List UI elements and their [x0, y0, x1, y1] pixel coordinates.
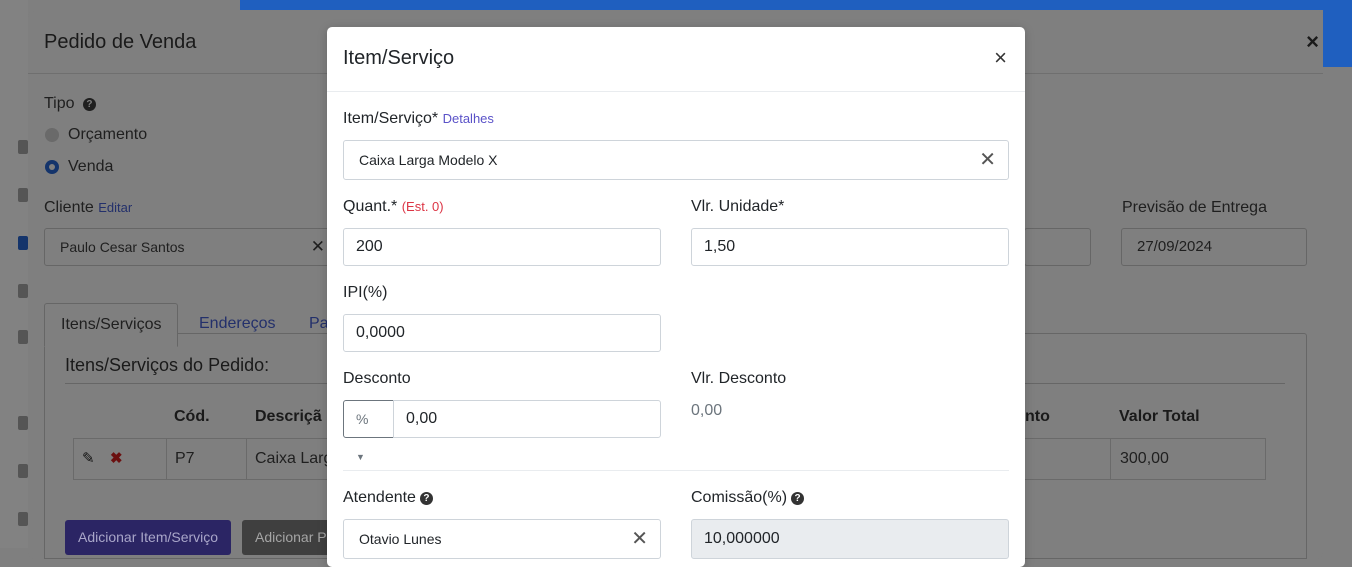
item-service-modal: Item/Serviço × Item/Serviço* Detalhes Ca… [327, 27, 1025, 567]
sidebar-icon [18, 284, 28, 298]
radio-orcamento-label: Orçamento [68, 126, 148, 143]
cell-divider [1110, 439, 1111, 479]
cliente-label: Cliente Editar [44, 199, 133, 216]
unit-price-label: Vlr. Unidade* [691, 198, 785, 215]
cliente-edit-link[interactable]: Editar [98, 200, 132, 215]
item-clear-icon[interactable]: ✕ [979, 141, 996, 179]
add-item-button[interactable]: Adicionar Item/Serviço [65, 520, 232, 555]
radio-venda[interactable] [45, 160, 59, 174]
unit-price-input[interactable]: 1,50 [691, 228, 1009, 266]
item-label: Item/Serviço* Detalhes [343, 110, 494, 127]
col-header-discount: nto [1025, 408, 1050, 425]
tab-itens[interactable]: Itens/Serviços [44, 303, 179, 347]
sidebar-icon [18, 416, 28, 430]
item-select-value: Caixa Larga Modelo X [359, 152, 498, 168]
discount-value: 0,00 [691, 402, 723, 419]
attendant-clear-icon[interactable]: ✕ [631, 520, 648, 558]
attendant-select[interactable]: Otavio Lunes ✕ [343, 519, 661, 559]
sidebar-icon-active [18, 236, 28, 250]
qty-stock-badge: (Est. 0) [401, 199, 444, 214]
radio-venda-label: Venda [68, 158, 114, 175]
col-header-total: Valor Total [1119, 408, 1200, 425]
sidebar-icon [18, 464, 28, 478]
previsao-label: Previsão de Entrega [1122, 199, 1267, 216]
commission-label: Comissão(%)? [691, 489, 805, 507]
ipi-label: IPI(%) [343, 284, 388, 301]
qty-label: Quant.* (Est. 0) [343, 198, 444, 215]
discount-type-dropdown[interactable]: % ▼ [343, 400, 394, 462]
section-title: Itens/Serviços do Pedido: [65, 355, 270, 375]
tab-enderecos[interactable]: Endereços [183, 303, 292, 345]
col-header-code: Cód. [174, 408, 210, 425]
commission-help-icon[interactable]: ? [791, 492, 805, 505]
attendant-help-icon[interactable]: ? [419, 492, 433, 505]
qty-input[interactable]: 200 [343, 228, 661, 266]
discount-label: Desconto [343, 370, 411, 387]
form-divider [343, 470, 1009, 471]
row-total: 300,00 [1120, 450, 1169, 467]
row-description: Caixa Larg [255, 450, 333, 467]
item-details-link[interactable]: Detalhes [443, 111, 494, 126]
sidebar-icon [18, 330, 28, 344]
commission-input[interactable]: 10,000000 [691, 519, 1009, 559]
sales-order-close-button[interactable]: × [1306, 29, 1319, 55]
app-sidebar [0, 0, 28, 548]
radio-orcamento[interactable] [45, 128, 59, 142]
tipo-label: Tipo ? [44, 95, 96, 113]
ipi-input[interactable]: 0,0000 [343, 314, 661, 352]
caret-down-icon: ▼ [356, 452, 365, 462]
cliente-select[interactable]: Paulo Cesar Santos ✕ [44, 228, 334, 266]
bg-field-partial[interactable] [1024, 228, 1091, 266]
item-select[interactable]: Caixa Larga Modelo X ✕ [343, 140, 1009, 180]
attendant-select-value: Otavio Lunes [359, 531, 442, 547]
discount-input[interactable]: 0,00 [393, 400, 661, 438]
discount-value-label: Vlr. Desconto [691, 370, 787, 387]
cell-divider [166, 439, 167, 479]
row-code: P7 [175, 450, 195, 467]
item-modal-header: Item/Serviço × [327, 27, 1025, 92]
tipo-help-icon[interactable]: ? [82, 98, 96, 111]
edit-pencil-icon[interactable]: ✎ [82, 449, 95, 467]
sales-order-title: Pedido de Venda [44, 31, 197, 53]
cliente-clear-icon[interactable]: ✕ [311, 229, 325, 265]
sidebar-icon [18, 512, 28, 526]
item-modal-title: Item/Serviço [343, 47, 455, 69]
sidebar-icon [18, 188, 28, 202]
item-modal-close-button[interactable]: × [994, 45, 1007, 71]
previsao-input[interactable]: 27/09/2024 [1121, 228, 1307, 266]
attendant-label: Atendente? [343, 489, 433, 507]
cell-divider [246, 439, 247, 479]
app-topbar-corner [1323, 10, 1352, 67]
app-topbar [240, 0, 1352, 10]
delete-x-icon[interactable]: ✖ [110, 449, 123, 467]
sidebar-icon [18, 140, 28, 154]
col-header-desc: Descriçã [255, 408, 322, 425]
